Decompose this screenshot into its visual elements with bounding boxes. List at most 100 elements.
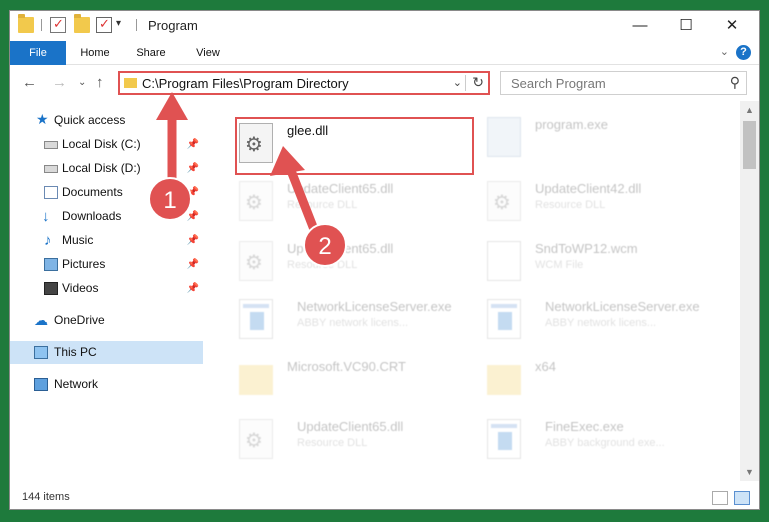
forward-button[interactable]: → (52, 74, 67, 91)
dll-file-icon (239, 419, 273, 459)
divider (41, 19, 42, 31)
file-type: ABBY background exe... (545, 437, 665, 449)
cloud-icon: ☁ (34, 312, 48, 328)
file-name: UpdateClient65.dll (287, 181, 394, 196)
file-name: Microsoft.VC90.CRT (287, 359, 406, 374)
up-button[interactable]: ↑ (96, 74, 104, 91)
sidebar-item-label: Local Disk (D:) (62, 161, 141, 175)
sidebar-item-pictures[interactable]: Pictures 📌 (10, 253, 203, 276)
view-options-icon[interactable] (96, 16, 112, 33)
disk-icon (44, 141, 58, 149)
title-bar: ▾ Program — ☐ ✕ (10, 11, 759, 41)
sidebar-item-onedrive[interactable]: ☁ OneDrive (10, 309, 203, 332)
new-folder-icon[interactable] (74, 14, 90, 33)
sidebar-item-music[interactable]: ♪ Music 📌 (10, 229, 203, 252)
back-button[interactable]: ← (22, 74, 37, 91)
scrollbar-thumb[interactable] (743, 121, 756, 169)
sidebar-item-label: This PC (54, 345, 97, 359)
divider (465, 75, 466, 91)
file-item[interactable]: NetworkLicenseServer.exe ABBY network li… (225, 293, 465, 345)
chevron-down-icon[interactable]: ⌄ (453, 76, 462, 89)
document-icon (487, 241, 521, 281)
address-bar[interactable]: C:\Program Files\Program Directory ⌄ ↻ (118, 71, 490, 95)
address-path[interactable]: C:\Program Files\Program Directory (142, 76, 349, 91)
file-item[interactable]: SndToWP12.wcm WCM File (473, 235, 713, 287)
pin-icon[interactable]: 📌 (187, 157, 199, 180)
sidebar-item-this-pc[interactable]: This PC (10, 341, 203, 364)
file-name: UpdateClient65.dll (297, 419, 404, 434)
file-name: UpdateClient42.dll (535, 181, 642, 196)
navigation-row: ← → ⌄ ↑ C:\Program Files\Program Directo… (10, 66, 759, 100)
search-input[interactable]: Search Program ⚲ (500, 71, 747, 95)
sidebar-item-local-disk-c[interactable]: Local Disk (C:) 📌 (10, 133, 203, 156)
pin-icon[interactable]: 📌 (187, 133, 199, 156)
videos-icon (44, 282, 58, 295)
file-item[interactable]: UpdateClient65.dll Resource DLL (225, 413, 465, 465)
search-placeholder: Search Program (511, 76, 606, 91)
exe-file-icon (239, 299, 273, 339)
folder-icon (18, 14, 34, 33)
file-type: Resource DLL (535, 199, 606, 211)
recent-locations-button[interactable]: ⌄ (78, 77, 86, 88)
folder-icon (124, 78, 137, 88)
file-name: FineExec.exe (545, 419, 624, 434)
navigation-pane: ★ Quick access Local Disk (C:) 📌 Local D… (10, 101, 205, 481)
documents-icon (44, 186, 58, 199)
item-count: 144 items (22, 491, 70, 503)
exe-file-icon (487, 419, 521, 459)
properties-icon[interactable] (50, 16, 66, 33)
pin-icon[interactable]: 📌 (187, 277, 199, 300)
close-button[interactable]: ✕ (709, 11, 755, 41)
file-name: x64 (535, 359, 556, 374)
file-item[interactable]: NetworkLicenseServer.exe ABBY network li… (473, 293, 713, 345)
file-item[interactable]: FineExec.exe ABBY background exe... (473, 413, 713, 465)
sidebar-item-label: Downloads (62, 209, 122, 223)
scroll-down-icon[interactable]: ▼ (745, 467, 754, 477)
file-highlight-box (235, 117, 474, 175)
file-name: NetworkLicenseServer.exe (545, 299, 700, 314)
status-bar: 144 items (10, 487, 759, 509)
sidebar-item-documents[interactable]: Documents 📌 (10, 181, 203, 204)
music-icon: ♪ (44, 232, 52, 249)
dll-file-icon (239, 181, 273, 221)
tab-share[interactable]: Share (128, 41, 174, 65)
tab-file[interactable]: File (10, 41, 66, 65)
pin-icon[interactable]: 📌 (187, 253, 199, 276)
sidebar-item-label: Documents (62, 185, 123, 199)
sidebar-item-downloads[interactable]: ↓ Downloads 📌 (10, 205, 203, 228)
file-item[interactable]: Microsoft.VC90.CRT (225, 353, 465, 405)
ribbon-tabs: File Home Share View ⌄ ? (10, 41, 759, 65)
file-name: program.exe (535, 117, 608, 132)
vertical-scrollbar[interactable]: ▲ ▼ (740, 101, 759, 481)
file-item[interactable]: program.exe (473, 111, 713, 163)
maximize-button[interactable]: ☐ (663, 11, 709, 41)
file-item[interactable]: UpdateClient65.dll Resource DLL (225, 175, 465, 227)
sidebar-item-local-disk-d[interactable]: Local Disk (D:) 📌 (10, 157, 203, 180)
tab-view[interactable]: View (186, 41, 230, 65)
details-view-icon[interactable] (712, 491, 728, 505)
sidebar-item-videos[interactable]: Videos 📌 (10, 277, 203, 300)
help-icon[interactable]: ? (736, 45, 751, 60)
refresh-icon[interactable]: ↻ (472, 74, 484, 91)
large-icons-view-icon[interactable] (734, 491, 750, 505)
scroll-up-icon[interactable]: ▲ (745, 105, 754, 115)
pin-icon[interactable]: 📌 (187, 229, 199, 252)
sidebar-item-network[interactable]: Network (10, 373, 203, 396)
search-icon[interactable]: ⚲ (730, 74, 740, 91)
file-item[interactable]: UpdateClient42.dll Resource DLL (473, 175, 713, 227)
minimize-button[interactable]: — (617, 11, 663, 41)
file-item[interactable]: UpdateClient65.dll Resource DLL (225, 235, 465, 287)
customize-toolbar-icon[interactable]: ▾ (116, 18, 121, 29)
expand-ribbon-icon[interactable]: ⌄ (720, 45, 729, 58)
dll-file-icon (239, 241, 273, 281)
pin-icon[interactable]: 📌 (187, 181, 199, 204)
tab-home[interactable]: Home (72, 41, 118, 65)
file-type: Resource DLL (297, 437, 368, 449)
network-icon (34, 378, 48, 391)
star-icon: ★ (36, 111, 49, 127)
sidebar-item-quick-access[interactable]: ★ Quick access (10, 109, 203, 132)
file-item[interactable]: x64 (473, 353, 713, 405)
file-type: Resource DLL (287, 259, 358, 271)
file-type: Resource DLL (287, 199, 358, 211)
pin-icon[interactable]: 📌 (187, 205, 199, 228)
